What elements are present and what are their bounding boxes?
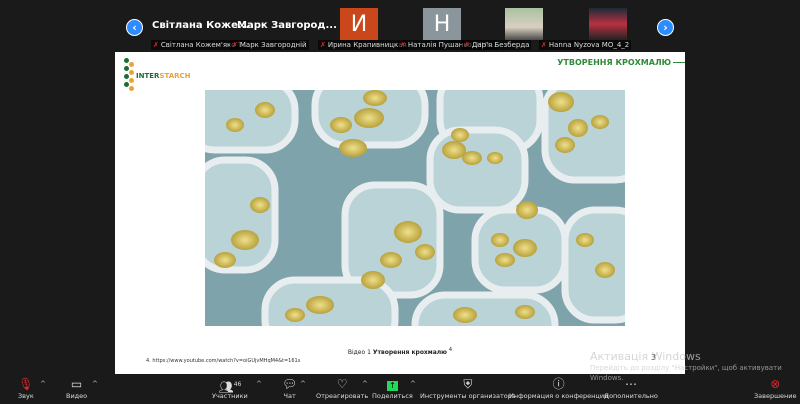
participant-avatar[interactable]: Н	[423, 8, 461, 40]
muted-mic-icon: ✗	[541, 41, 547, 49]
video-options-caret[interactable]: ^	[92, 380, 98, 388]
participants-options-caret[interactable]: ^	[256, 380, 262, 388]
windows-activation-watermark: Активація Windows	[590, 350, 701, 363]
participant-label: ✗ Дар'я Безберда	[462, 40, 532, 50]
camera-icon: ▭	[70, 377, 83, 391]
participants-icon: 👥︎46	[218, 380, 242, 394]
chat-button[interactable]: 💬︎ Чат	[282, 377, 297, 400]
shield-icon: ⛨	[463, 377, 473, 391]
participant-label: ✗ Hanna Nyzova MO_4_2	[539, 40, 632, 50]
muted-mic-icon: ✗	[320, 41, 326, 49]
video-button[interactable]: ▭ Видео	[66, 377, 87, 400]
participant-label: ✗ Ирина Крапивницкая	[318, 40, 409, 50]
participant-avatar[interactable]: И	[340, 8, 378, 40]
participant-name-tile[interactable]: Світлана Коже...	[152, 20, 249, 31]
participant-label: ✗ Марк Завгородній	[230, 40, 309, 50]
starch-cells-video[interactable]	[205, 90, 625, 326]
participant-video[interactable]	[505, 8, 543, 40]
participant-video[interactable]	[589, 8, 627, 40]
share-screen-icon: ↑	[372, 377, 413, 392]
muted-mic-icon: ✗	[400, 41, 406, 49]
heart-icon: ♡	[336, 377, 348, 391]
share-options-caret[interactable]: ^	[410, 380, 416, 388]
muted-mic-icon: ✗	[232, 41, 238, 49]
chat-icon: 💬︎	[282, 377, 298, 391]
footnote-link: 4. https://www.youtube.com/watch?v=oiGUj…	[146, 358, 301, 364]
windows-activation-text: Windows.	[590, 374, 624, 382]
participants-strip: ‹ Світлана Коже... Марк Завгород... И Н …	[0, 0, 800, 52]
audio-options-caret[interactable]: ^	[40, 380, 46, 388]
react-options-caret[interactable]: ^	[362, 380, 368, 388]
participants-button[interactable]: 👥︎46 Участники	[212, 377, 248, 400]
end-meeting-button[interactable]: ⊗ Завершение	[754, 377, 797, 400]
audio-button[interactable]: 🎙︎ Звук	[18, 377, 34, 400]
share-button[interactable]: ↑ Поделиться	[372, 377, 413, 400]
muted-mic-icon: ✗	[153, 41, 159, 49]
prev-page-button[interactable]: ‹	[126, 19, 143, 36]
windows-activation-text: Перейдіть до розділу "Настройки", щоб ак…	[590, 364, 782, 372]
muted-mic-icon: ✗	[464, 41, 470, 49]
title-rule	[673, 62, 685, 63]
participant-name-tile[interactable]: Марк Завгород...	[237, 20, 337, 31]
muted-mic-icon: 🎙︎	[18, 377, 34, 391]
meeting-toolbar: 🎙︎ Звук ^ ▭ Видео ^ 👥︎46 Участники ^ 💬︎ Чат …	[0, 374, 800, 404]
chat-options-caret[interactable]: ^	[300, 380, 306, 388]
end-icon: ⊗	[770, 377, 781, 391]
shared-slide: INTERSTARCH УТВОРЕННЯ КРОХМАЛЮ Відео 1 У…	[115, 52, 685, 374]
next-page-button[interactable]: ›	[657, 19, 674, 36]
slide-title: УТВОРЕННЯ КРОХМАЛЮ	[557, 58, 671, 67]
react-button[interactable]: ♡ Отреагировать	[316, 377, 368, 400]
host-tools-button[interactable]: ⛨ Инструменты организатора	[420, 377, 516, 400]
